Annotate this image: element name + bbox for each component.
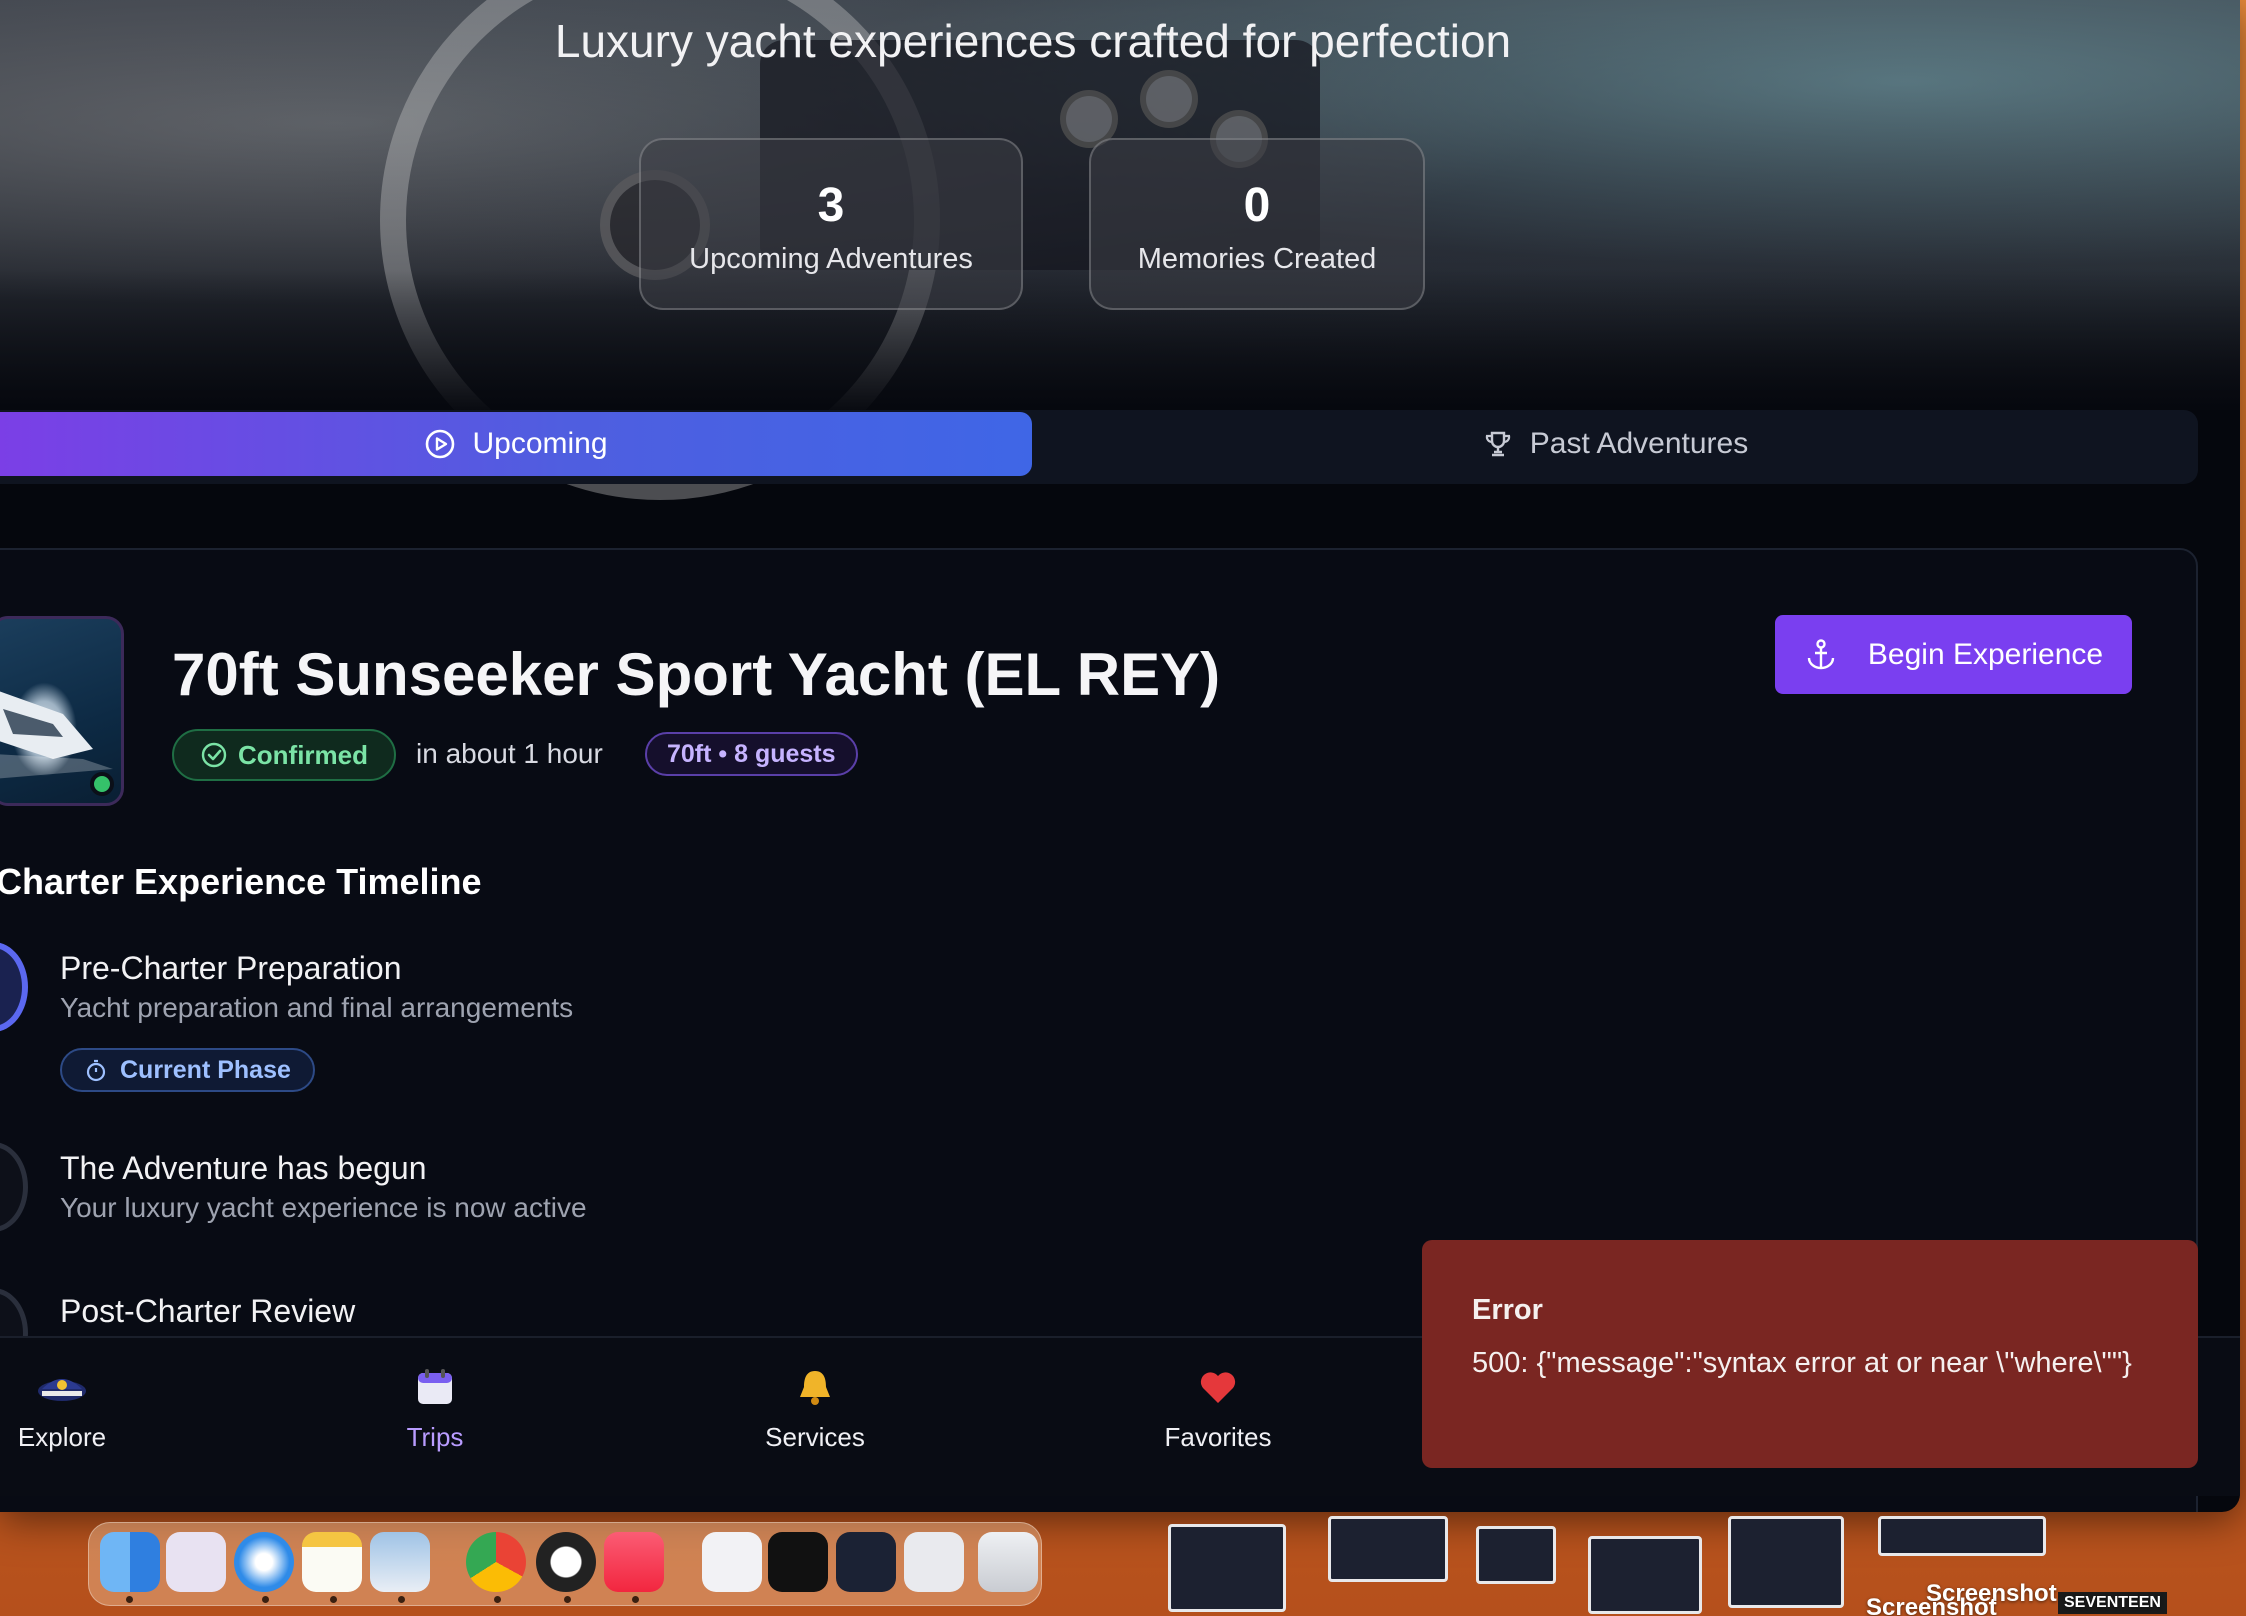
- trash-icon[interactable]: [978, 1532, 1038, 1592]
- timeline-step-title: Post-Charter Review: [60, 1293, 356, 1329]
- current-phase-badge: Current Phase: [60, 1048, 315, 1092]
- desktop-screenshot-file[interactable]: [1878, 1516, 2046, 1556]
- app-window: Luxury yacht experiences crafted for per…: [0, 0, 2240, 1512]
- music-icon[interactable]: [604, 1532, 664, 1592]
- window-thumbnail-icon[interactable]: [768, 1532, 828, 1592]
- desktop-screenshot-file[interactable]: [1328, 1516, 1448, 1582]
- nav-label: Favorites: [1164, 1422, 1272, 1452]
- begin-experience-button[interactable]: Begin Experience: [1775, 615, 2132, 694]
- trophy-icon: [1485, 431, 1510, 457]
- running-indicator: [564, 1596, 571, 1603]
- timeline-title: Charter Experience Timeline: [0, 861, 482, 902]
- timeline-step-subtitle: Your luxury yacht experience is now acti…: [60, 1192, 587, 1223]
- trip-tabs: Upcoming Past Adventures: [0, 410, 2198, 484]
- running-indicator: [126, 1596, 133, 1603]
- anchor-icon: [1807, 638, 1835, 669]
- nav-explore[interactable]: Explore: [0, 1366, 162, 1453]
- running-indicator: [262, 1596, 269, 1603]
- stat-value: 0: [1243, 179, 1271, 232]
- timeline-step-title: The Adventure has begun: [60, 1150, 427, 1186]
- launchpad-icon[interactable]: [166, 1532, 226, 1592]
- desktop-screenshot-file[interactable]: [1476, 1526, 1556, 1584]
- nav-trips[interactable]: Trips: [335, 1366, 535, 1453]
- heart-icon: [1118, 1366, 1318, 1422]
- notes-icon[interactable]: [302, 1532, 362, 1592]
- nav-label: Explore: [17, 1422, 107, 1452]
- stopwatch-icon: [86, 1059, 106, 1082]
- status-label: Confirmed: [238, 739, 368, 770]
- desktop-file-label: SEVENTEEN: [2058, 1592, 2167, 1614]
- finder-icon[interactable]: [100, 1532, 160, 1592]
- current-phase-label: Current Phase: [120, 1055, 291, 1084]
- tab-label: Past Adventures: [1529, 427, 1749, 460]
- stat-upcoming-adventures: 3 Upcoming Adventures: [639, 138, 1023, 310]
- stat-value: 3: [817, 179, 845, 232]
- hero-tagline: Luxury yacht experiences crafted for per…: [554, 15, 1512, 67]
- running-indicator: [632, 1596, 639, 1603]
- timeline-step-title: Pre-Charter Preparation: [60, 950, 402, 986]
- document-icon[interactable]: [702, 1532, 762, 1592]
- bell-icon: [715, 1366, 915, 1422]
- nav-favorites[interactable]: Favorites: [1118, 1366, 1318, 1453]
- running-indicator: [398, 1596, 405, 1603]
- stat-label: Upcoming Adventures: [689, 243, 973, 275]
- play-circle-icon: [426, 429, 455, 459]
- time-until-charter: in about 1 hour: [416, 738, 603, 769]
- running-indicator: [330, 1596, 337, 1603]
- calendar-icon: [335, 1366, 535, 1422]
- begin-experience-label: Begin Experience: [1867, 637, 2104, 671]
- nav-services[interactable]: Services: [715, 1366, 915, 1453]
- yacht-spec-badge: 70ft • 8 guests: [645, 732, 858, 776]
- window-thumbnail-icon[interactable]: [904, 1532, 964, 1592]
- yacht-title: 70ft Sunseeker Sport Yacht (EL REY): [172, 641, 1221, 708]
- preview-icon[interactable]: [370, 1532, 430, 1592]
- error-title: Error: [1472, 1294, 1543, 1326]
- error-message: 500: {"message":"syntax error at or near…: [1472, 1347, 2132, 1379]
- timeline-step-subtitle: Yacht preparation and final arrangements: [60, 992, 574, 1023]
- online-status-dot: [90, 772, 114, 796]
- hero-gauge: [1140, 70, 1198, 128]
- chrome-icon[interactable]: [466, 1532, 526, 1592]
- stat-memories-created: 0 Memories Created: [1089, 138, 1425, 310]
- captain-hat-icon: [0, 1366, 162, 1422]
- desktop-screenshot-file[interactable]: [1588, 1536, 1702, 1614]
- error-toast[interactable]: Error 500: {"message":"syntax error at o…: [1422, 1240, 2198, 1468]
- status-badge: Confirmed: [172, 729, 396, 781]
- tab-past-adventures[interactable]: Past Adventures: [1032, 412, 2198, 476]
- safari-icon[interactable]: [234, 1532, 294, 1592]
- desktop-screenshot-file[interactable]: [1728, 1516, 1844, 1608]
- tab-upcoming[interactable]: Upcoming: [0, 412, 1032, 476]
- tab-label: Upcoming: [472, 427, 608, 460]
- window-thumbnail-icon[interactable]: [836, 1532, 896, 1592]
- desktop-file-label: Screenshot: [1866, 1594, 1997, 1616]
- check-circle-icon: [201, 742, 227, 768]
- app-icon[interactable]: [536, 1532, 596, 1592]
- desktop-screenshot-file[interactable]: [1168, 1524, 1286, 1612]
- nav-label: Trips: [406, 1422, 464, 1452]
- running-indicator: [494, 1596, 501, 1603]
- stat-label: Memories Created: [1137, 243, 1377, 275]
- nav-label: Services: [765, 1422, 865, 1452]
